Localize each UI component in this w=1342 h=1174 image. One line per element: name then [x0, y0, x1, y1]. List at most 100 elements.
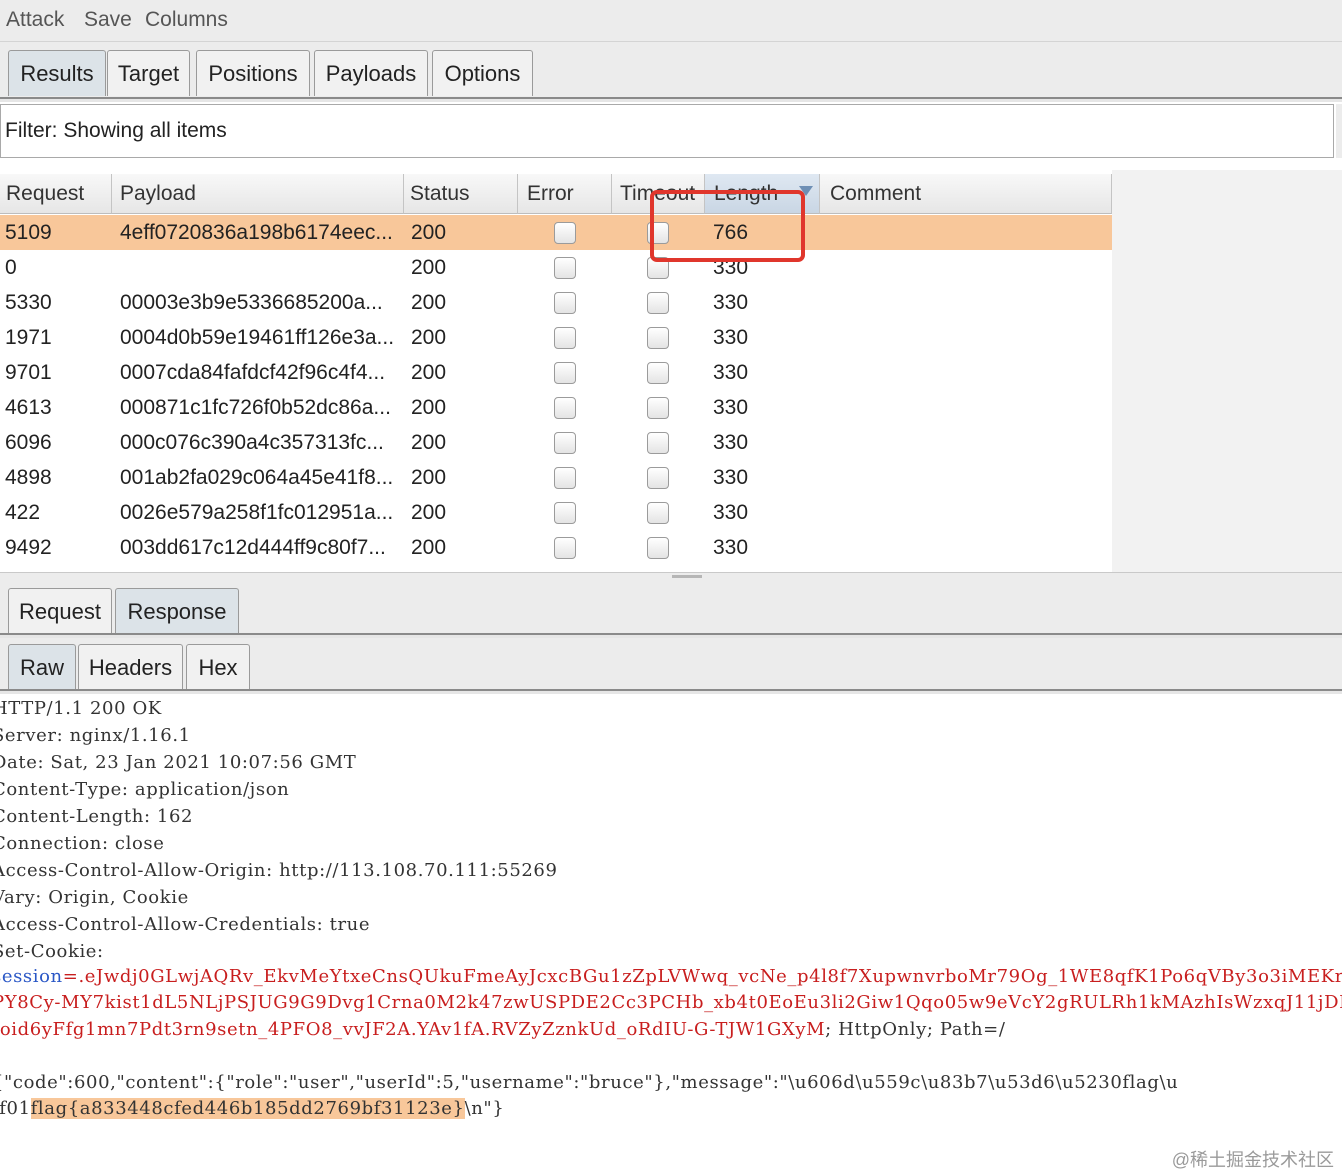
tab-response[interactable]: Response	[115, 588, 239, 634]
cookie-value-part-1: .eJwdj0GLwjAQRv_EkvMeYtxeCnsQUkuFmeAyJcx…	[78, 966, 1342, 987]
cell-length: 330	[713, 361, 749, 384]
pane-splitter[interactable]	[0, 572, 1342, 582]
detail-tab-bar: Request Response	[0, 582, 1342, 638]
tab-options[interactable]: Options	[432, 50, 533, 96]
checkbox-error	[554, 502, 576, 524]
cell-status: 200	[411, 536, 447, 559]
checkbox-timeout	[647, 397, 669, 419]
cell-request: 1971	[5, 326, 52, 349]
table-row[interactable]: 5330 00003e3b9e5336685200a... 200 330	[0, 285, 1112, 320]
cell-length: 330	[713, 466, 749, 489]
cell-status: 200	[411, 221, 447, 244]
body-suffix: \n"}	[464, 1098, 505, 1119]
checkbox-error	[554, 362, 576, 384]
tab-target[interactable]: Target	[107, 50, 190, 96]
menu-attack[interactable]: Attack	[6, 8, 64, 32]
table-row[interactable]: 5109 4eff0720836a198b6174eec... 200 766	[0, 215, 1112, 250]
cell-status: 200	[411, 256, 447, 279]
column-header-request[interactable]: Request	[0, 174, 112, 214]
cell-length: 330	[713, 396, 749, 419]
cell-payload: 00003e3b9e5336685200a...	[120, 291, 383, 314]
response-header-server: Server: nginx/1.16.1	[0, 725, 191, 746]
cell-status: 200	[411, 326, 447, 349]
response-body-line-1: {"code":600,"content":{"role":"user","us…	[0, 1072, 1179, 1093]
column-header-error[interactable]: Error	[518, 174, 612, 214]
cell-payload: 001ab2fa029c064a45e41f8...	[120, 466, 394, 489]
filter-text: Filter: Showing all items	[5, 119, 227, 142]
splitter-grip[interactable]	[672, 575, 702, 578]
checkbox-timeout	[647, 362, 669, 384]
cookie-attributes: ; HttpOnly; Path=/	[825, 1019, 1006, 1040]
cell-request: 5109	[5, 221, 52, 244]
filter-bar[interactable]: Filter: Showing all items	[0, 104, 1334, 158]
cell-length: 330	[713, 536, 749, 559]
tab-headers[interactable]: Headers	[78, 644, 183, 690]
table-empty-area	[1112, 170, 1342, 572]
checkbox-timeout	[647, 537, 669, 559]
tab-raw[interactable]: Raw	[8, 644, 76, 690]
response-header-acao: Access-Control-Allow-Origin: http://113.…	[0, 860, 558, 881]
table-row[interactable]: 4898 001ab2fa029c064a45e41f8... 200 330	[0, 460, 1112, 495]
cell-length: 330	[713, 326, 749, 349]
table-row[interactable]: 422 0026e579a258f1fc012951a... 200 330	[0, 495, 1112, 530]
cell-status: 200	[411, 466, 447, 489]
cell-status: 200	[411, 291, 447, 314]
checkbox-timeout	[647, 502, 669, 524]
cookie-name: session	[0, 966, 63, 987]
cell-request: 6096	[5, 431, 52, 454]
response-header-acac: Access-Control-Allow-Credentials: true	[0, 914, 371, 935]
filter-help-edge	[1336, 104, 1342, 158]
menu-columns[interactable]: Columns	[145, 8, 228, 32]
checkbox-timeout	[647, 467, 669, 489]
cell-request: 5330	[5, 291, 52, 314]
checkbox-error	[554, 222, 576, 244]
cell-length: 330	[713, 431, 749, 454]
cell-payload: 0007cda84fafdcf42f96c4f4...	[120, 361, 386, 384]
table-row[interactable]: 1971 0004d0b59e19461ff126e3a... 200 330	[0, 320, 1112, 355]
cell-status: 200	[411, 396, 447, 419]
checkbox-error	[554, 537, 576, 559]
response-body-line-2: ff01flag{a833448cfed446b185dd2769bf31123…	[0, 1098, 504, 1119]
table-row[interactable]: 4613 000871c1fc726f0b52dc86a... 200 330	[0, 390, 1112, 425]
tab-divider	[0, 97, 1342, 102]
checkbox-error	[554, 327, 576, 349]
cookie-equals: =	[62, 966, 79, 987]
tab-hex[interactable]: Hex	[186, 644, 250, 690]
checkbox-timeout	[647, 292, 669, 314]
cookie-line-3: Joid6yFfg1mn7Pdt3rn9setn_4PFO8_vvJF2A.YA…	[0, 1019, 1006, 1040]
table-row[interactable]: 9492 003dd617c12d444ff9c80f7... 200 330	[0, 530, 1112, 565]
table-row[interactable]: 9701 0007cda84fafdcf42f96c4f4... 200 330	[0, 355, 1112, 390]
column-header-payload[interactable]: Payload	[112, 174, 404, 214]
response-header-content-type: Content-Type: application/json	[0, 779, 290, 800]
tab-results[interactable]: Results	[8, 50, 106, 96]
checkbox-error	[554, 467, 576, 489]
column-header-comment[interactable]: Comment	[820, 174, 1112, 214]
column-header-status[interactable]: Status	[404, 174, 518, 214]
table-row[interactable]: 0 200 330	[0, 250, 1112, 285]
tab-payloads[interactable]: Payloads	[314, 50, 428, 96]
cell-request: 422	[5, 501, 41, 524]
flag-value: flag{a833448cfed446b185dd2769bf31123e}	[30, 1098, 465, 1119]
body-prefix: ff01	[0, 1098, 31, 1119]
cell-payload: 0026e579a258f1fc012951a...	[120, 501, 394, 524]
table-row[interactable]: 6096 000c076c390a4c357313fc... 200 330	[0, 425, 1112, 460]
cell-payload: 0004d0b59e19461ff126e3a...	[120, 326, 395, 349]
checkbox-error	[554, 257, 576, 279]
tab-request[interactable]: Request	[8, 588, 112, 634]
response-header-set-cookie: Set-Cookie:	[0, 941, 104, 962]
checkbox-timeout	[647, 327, 669, 349]
menu-save[interactable]: Save	[84, 8, 132, 32]
cell-status: 200	[411, 501, 447, 524]
main-tab-bar: Results Target Positions Payloads Option…	[0, 42, 1342, 102]
cookie-value-part-3: Joid6yFfg1mn7Pdt3rn9setn_4PFO8_vvJF2A.YA…	[0, 1019, 826, 1040]
response-raw-view[interactable]: HTTP/1.1 200 OK Server: nginx/1.16.1 Dat…	[0, 694, 1342, 1134]
cell-payload: 000871c1fc726f0b52dc86a...	[120, 396, 391, 419]
cookie-line-1: session=.eJwdj0GLwjAQRv_EkvMeYtxeCnsQUku…	[0, 966, 1342, 987]
cell-length: 330	[713, 291, 749, 314]
cell-payload	[120, 250, 398, 285]
cell-request: 9701	[5, 361, 52, 384]
view-tab-bar: Raw Headers Hex	[0, 638, 1342, 694]
tab-positions[interactable]: Positions	[196, 50, 310, 96]
watermark: @稀土掘金技术社区	[1171, 1150, 1334, 1170]
cookie-line-2: PY8Cy-MY7kist1dL5NLjPSJUG9G9Dvg1Crna0M2k…	[0, 992, 1342, 1013]
